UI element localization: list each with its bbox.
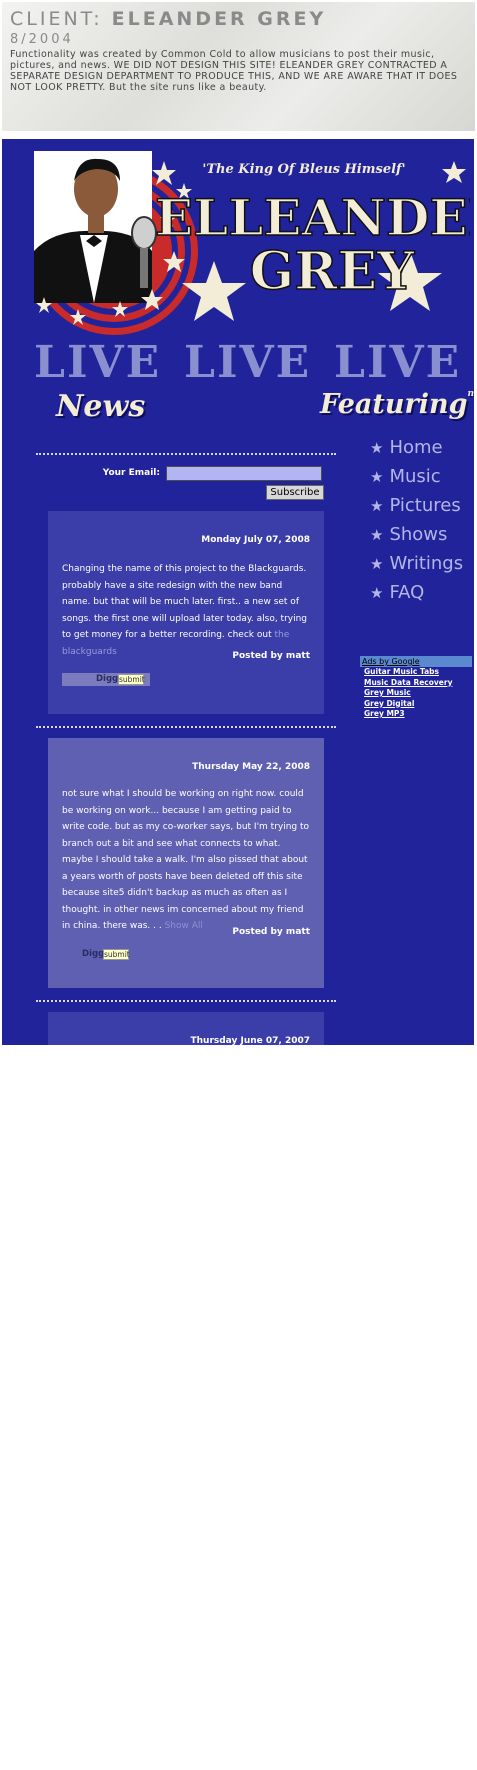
divider [36, 453, 336, 455]
portfolio-header: CLIENT: ELEANDER GREY 8/2004 Functionali… [2, 2, 475, 131]
live-word: LIVE [34, 337, 162, 388]
nav-item-music[interactable]: ★ Music [370, 466, 474, 495]
post-date: Thursday May 22, 2008 [192, 762, 310, 772]
project-date: 8/2004 [10, 32, 74, 47]
star-icon: ★ [370, 439, 384, 457]
nav-label: Home [389, 437, 443, 458]
news-section-heading: News [56, 389, 146, 424]
nav-label: Shows [389, 524, 448, 545]
nav-item-pictures[interactable]: ★ Pictures [370, 495, 474, 524]
digg-label: Digg [82, 949, 105, 959]
nav-item-faq[interactable]: ★ FAQ [370, 582, 474, 611]
live-banner: LIVE LIVE LIVE [34, 337, 470, 388]
digg-submit-button[interactable]: submit [118, 674, 145, 685]
project-description: Functionality was created by Common Cold… [10, 49, 458, 93]
featuring-label: Featuring [320, 389, 468, 420]
subscribe-button[interactable]: Subscribe [266, 485, 324, 500]
star-icon: ★ [370, 555, 384, 573]
star-icon: ★ [370, 497, 384, 515]
star-icon: ★ [370, 468, 384, 486]
ad-link[interactable]: Guitar Music Tabs [364, 667, 472, 678]
email-label: Your Email: [102, 468, 160, 478]
banner-name-line2: GREY [250, 241, 415, 302]
post-author: Posted by matt [232, 651, 310, 661]
live-word: LIVE [334, 337, 462, 388]
post-text: not sure what I should be working on rig… [62, 789, 310, 931]
nav-label: Writings [389, 553, 464, 574]
site-screenshot: 'The King Of Bleus Himself' ELLEANDER GR… [2, 139, 474, 1045]
news-post: Monday July 07, 2008 Changing the name o… [48, 511, 324, 714]
featuring-section-heading: Featuringnow [320, 389, 474, 420]
post-date: Thursday June 07, 2007 [190, 1036, 310, 1045]
nav-label: Music [389, 466, 441, 487]
digg-bar: Digg submit [62, 673, 150, 686]
ad-link[interactable]: Grey Music [364, 688, 472, 699]
nav-item-writings[interactable]: ★ Writings [370, 553, 474, 582]
post-author: Posted by matt [232, 927, 310, 937]
news-post: Thursday June 07, 2007 [48, 1012, 324, 1045]
post-text: Changing the name of this project to the… [62, 564, 308, 640]
ad-link[interactable]: Grey Digital [364, 699, 472, 710]
show-all-link[interactable]: Show All [165, 921, 203, 931]
news-post: Thursday May 22, 2008 not sure what I sh… [48, 738, 324, 988]
banner-tagline: 'The King Of Bleus Himself' [202, 162, 405, 177]
google-ads: Ads by Google Guitar Music Tabs Music Da… [360, 656, 472, 720]
post-date: Monday July 07, 2008 [201, 535, 310, 545]
nav-label: Pictures [389, 495, 461, 516]
nav-item-home[interactable]: ★ Home [370, 437, 474, 466]
client-name: ELEANDER GREY [111, 8, 327, 30]
digg-bar: Digg submit [62, 948, 132, 961]
star-icon: ★ [370, 526, 384, 544]
star-icon: ★ [370, 584, 384, 602]
main-nav: ★ Home ★ Music ★ Pictures ★ Shows ★ Writings … [370, 437, 474, 611]
ad-link[interactable]: Music Data Recovery [364, 678, 472, 689]
nav-label: FAQ [389, 582, 425, 603]
digg-label: Digg [96, 674, 119, 684]
featuring-prefix: now [467, 389, 474, 399]
client-title: CLIENT: ELEANDER GREY [10, 8, 326, 30]
digg-submit-button[interactable]: submit [103, 949, 130, 960]
divider [36, 1000, 336, 1002]
post-body: Changing the name of this project to the… [62, 561, 310, 660]
ad-link[interactable]: Grey MP3 [364, 709, 472, 720]
email-subscribe-row: Your Email: [36, 466, 322, 484]
banner-artwork: 'The King Of Bleus Himself' ELLEANDER GR… [34, 151, 470, 335]
divider [36, 726, 336, 728]
email-input[interactable] [166, 466, 322, 481]
client-label: CLIENT: [10, 8, 103, 30]
nav-item-shows[interactable]: ★ Shows [370, 524, 474, 553]
banner-name-line1: ELLEANDER [155, 188, 470, 247]
post-body: not sure what I should be working on rig… [62, 786, 310, 935]
ads-heading[interactable]: Ads by Google [360, 656, 472, 667]
live-word: LIVE [184, 337, 312, 388]
